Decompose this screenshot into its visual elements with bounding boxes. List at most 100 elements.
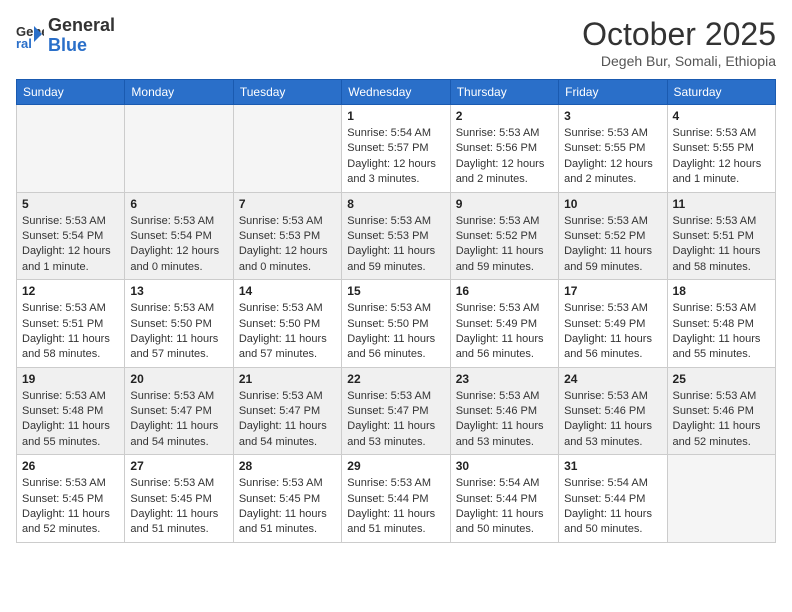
calendar-cell: 31Sunrise: 5:54 AM Sunset: 5:44 PM Dayli…	[559, 455, 667, 543]
day-info: Sunrise: 5:53 AM Sunset: 5:50 PM Dayligh…	[347, 301, 444, 363]
calendar-cell: 30Sunrise: 5:54 AM Sunset: 5:44 PM Dayli…	[450, 455, 558, 543]
day-info: Sunrise: 5:54 AM Sunset: 5:44 PM Dayligh…	[564, 476, 661, 538]
svg-text:ral: ral	[16, 36, 32, 50]
calendar-cell: 29Sunrise: 5:53 AM Sunset: 5:44 PM Dayli…	[342, 455, 450, 543]
day-info: Sunrise: 5:53 AM Sunset: 5:54 PM Dayligh…	[22, 214, 119, 276]
calendar-cell: 11 Sunrise: 5:53 AM Sunset: 5:51 PM Dayli…	[667, 192, 775, 280]
day-number: 19	[22, 372, 119, 386]
weekday-header-sunday: Sunday	[17, 80, 125, 105]
day-number: 7	[239, 197, 336, 211]
calendar: SundayMondayTuesdayWednesdayThursdayFrid…	[16, 79, 776, 543]
day-info: Sunrise: 5:53 AM Sunset: 5:53 PM Dayligh…	[347, 214, 444, 276]
weekday-header-saturday: Saturday	[667, 80, 775, 105]
day-number: 9	[456, 197, 553, 211]
calendar-cell: 10 Sunrise: 5:53 AM Sunset: 5:52 PM Dayli…	[559, 192, 667, 280]
day-info: Sunrise: 5:53 AM Sunset: 5:48 PM Dayligh…	[673, 301, 770, 363]
week-row-1: 1Sunrise: 5:54 AM Sunset: 5:57 PM Daylig…	[17, 105, 776, 193]
day-info: Sunrise: 5:53 AM Sunset: 5:53 PM Dayligh…	[239, 214, 336, 276]
calendar-cell: 24 Sunrise: 5:53 AM Sunset: 5:46 PM Dayli…	[559, 367, 667, 455]
calendar-cell: 2 Sunrise: 5:53 AM Sunset: 5:56 PM Daylig…	[450, 105, 558, 193]
calendar-cell	[17, 105, 125, 193]
logo: Gene ral General Blue	[16, 16, 115, 56]
day-number: 14	[239, 284, 336, 298]
day-number: 4	[673, 109, 770, 123]
logo-icon: Gene ral	[16, 22, 44, 50]
calendar-cell: 9Sunrise: 5:53 AM Sunset: 5:52 PM Daylig…	[450, 192, 558, 280]
calendar-cell	[233, 105, 341, 193]
day-number: 5	[22, 197, 119, 211]
day-number: 16	[456, 284, 553, 298]
weekday-header-tuesday: Tuesday	[233, 80, 341, 105]
day-info: Sunrise: 5:53 AM Sunset: 5:44 PM Dayligh…	[347, 476, 444, 538]
calendar-cell	[125, 105, 233, 193]
day-info: Sunrise: 5:53 AM Sunset: 5:54 PM Dayligh…	[130, 214, 227, 276]
calendar-cell: 3Sunrise: 5:53 AM Sunset: 5:55 PM Daylig…	[559, 105, 667, 193]
calendar-cell: 5 Sunrise: 5:53 AM Sunset: 5:54 PM Daylig…	[17, 192, 125, 280]
day-info: Sunrise: 5:53 AM Sunset: 5:45 PM Dayligh…	[22, 476, 119, 538]
logo-general: General	[48, 16, 115, 36]
weekday-header-wednesday: Wednesday	[342, 80, 450, 105]
day-info: Sunrise: 5:53 AM Sunset: 5:46 PM Dayligh…	[564, 389, 661, 451]
weekday-header-friday: Friday	[559, 80, 667, 105]
day-info: Sunrise: 5:53 AM Sunset: 5:55 PM Dayligh…	[673, 126, 770, 188]
day-number: 17	[564, 284, 661, 298]
calendar-cell: 23 Sunrise: 5:53 AM Sunset: 5:46 PM Dayli…	[450, 367, 558, 455]
day-number: 12	[22, 284, 119, 298]
day-info: Sunrise: 5:53 AM Sunset: 5:51 PM Dayligh…	[22, 301, 119, 363]
day-number: 18	[673, 284, 770, 298]
day-info: Sunrise: 5:53 AM Sunset: 5:47 PM Dayligh…	[239, 389, 336, 451]
day-info: Sunrise: 5:53 AM Sunset: 5:56 PM Dayligh…	[456, 126, 553, 188]
day-number: 25	[673, 372, 770, 386]
day-number: 23	[456, 372, 553, 386]
weekday-header-thursday: Thursday	[450, 80, 558, 105]
calendar-cell: 27Sunrise: 5:53 AM Sunset: 5:45 PM Dayli…	[125, 455, 233, 543]
calendar-cell: 21 Sunrise: 5:53 AM Sunset: 5:47 PM Dayli…	[233, 367, 341, 455]
day-info: Sunrise: 5:53 AM Sunset: 5:52 PM Dayligh…	[564, 214, 661, 276]
weekday-header-monday: Monday	[125, 80, 233, 105]
day-info: Sunrise: 5:53 AM Sunset: 5:50 PM Dayligh…	[130, 301, 227, 363]
day-number: 10	[564, 197, 661, 211]
calendar-cell: 17 Sunrise: 5:53 AM Sunset: 5:49 PM Dayli…	[559, 280, 667, 368]
day-number: 24	[564, 372, 661, 386]
day-info: Sunrise: 5:54 AM Sunset: 5:57 PM Dayligh…	[347, 126, 444, 188]
week-row-3: 12 Sunrise: 5:53 AM Sunset: 5:51 PM Dayli…	[17, 280, 776, 368]
month-title: October 2025	[582, 16, 776, 53]
calendar-cell: 16 Sunrise: 5:53 AM Sunset: 5:49 PM Dayli…	[450, 280, 558, 368]
title-block: October 2025 Degeh Bur, Somali, Ethiopia	[582, 16, 776, 69]
calendar-cell: 8Sunrise: 5:53 AM Sunset: 5:53 PM Daylig…	[342, 192, 450, 280]
calendar-cell: 14Sunrise: 5:53 AM Sunset: 5:50 PM Dayli…	[233, 280, 341, 368]
day-number: 2	[456, 109, 553, 123]
day-number: 15	[347, 284, 444, 298]
calendar-cell: 15 Sunrise: 5:53 AM Sunset: 5:50 PM Dayli…	[342, 280, 450, 368]
week-row-2: 5 Sunrise: 5:53 AM Sunset: 5:54 PM Daylig…	[17, 192, 776, 280]
day-info: Sunrise: 5:53 AM Sunset: 5:46 PM Dayligh…	[456, 389, 553, 451]
day-info: Sunrise: 5:53 AM Sunset: 5:46 PM Dayligh…	[673, 389, 770, 451]
day-info: Sunrise: 5:53 AM Sunset: 5:45 PM Dayligh…	[239, 476, 336, 538]
calendar-cell: 25 Sunrise: 5:53 AM Sunset: 5:46 PM Dayli…	[667, 367, 775, 455]
calendar-cell: 13Sunrise: 5:53 AM Sunset: 5:50 PM Dayli…	[125, 280, 233, 368]
day-info: Sunrise: 5:53 AM Sunset: 5:47 PM Dayligh…	[130, 389, 227, 451]
day-number: 26	[22, 459, 119, 473]
day-number: 21	[239, 372, 336, 386]
calendar-cell: 28 Sunrise: 5:53 AM Sunset: 5:45 PM Dayli…	[233, 455, 341, 543]
day-number: 28	[239, 459, 336, 473]
day-info: Sunrise: 5:53 AM Sunset: 5:49 PM Dayligh…	[564, 301, 661, 363]
day-info: Sunrise: 5:53 AM Sunset: 5:51 PM Dayligh…	[673, 214, 770, 276]
calendar-cell: 7 Sunrise: 5:53 AM Sunset: 5:53 PM Daylig…	[233, 192, 341, 280]
day-info: Sunrise: 5:54 AM Sunset: 5:44 PM Dayligh…	[456, 476, 553, 538]
day-number: 27	[130, 459, 227, 473]
day-info: Sunrise: 5:53 AM Sunset: 5:49 PM Dayligh…	[456, 301, 553, 363]
week-row-4: 19Sunrise: 5:53 AM Sunset: 5:48 PM Dayli…	[17, 367, 776, 455]
logo-blue: Blue	[48, 36, 115, 56]
calendar-cell: 26 Sunrise: 5:53 AM Sunset: 5:45 PM Dayli…	[17, 455, 125, 543]
weekday-header-row: SundayMondayTuesdayWednesdayThursdayFrid…	[17, 80, 776, 105]
calendar-cell: 18 Sunrise: 5:53 AM Sunset: 5:48 PM Dayli…	[667, 280, 775, 368]
calendar-cell	[667, 455, 775, 543]
location: Degeh Bur, Somali, Ethiopia	[582, 53, 776, 69]
calendar-cell: 1Sunrise: 5:54 AM Sunset: 5:57 PM Daylig…	[342, 105, 450, 193]
calendar-cell: 12 Sunrise: 5:53 AM Sunset: 5:51 PM Dayli…	[17, 280, 125, 368]
day-number: 11	[673, 197, 770, 211]
week-row-5: 26 Sunrise: 5:53 AM Sunset: 5:45 PM Dayli…	[17, 455, 776, 543]
day-number: 6	[130, 197, 227, 211]
page-header: Gene ral General Blue October 2025 Degeh…	[16, 16, 776, 69]
